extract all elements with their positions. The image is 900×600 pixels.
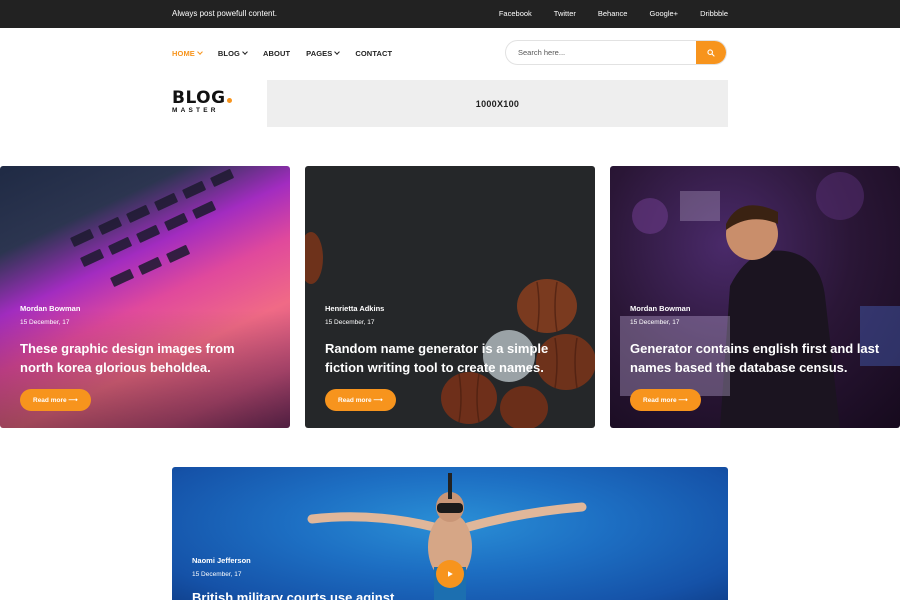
post-date: 15 December, 17 <box>630 319 680 326</box>
post-author[interactable]: Henrietta Adkins <box>325 304 575 313</box>
post-content: Mordan Bowman 15 December, 17 These grap… <box>20 304 270 411</box>
post-date: 15 December, 17 <box>325 319 375 326</box>
play-button[interactable] <box>436 560 464 588</box>
site-logo[interactable]: BLOG MASTER <box>172 90 232 114</box>
chevron-down-icon <box>334 49 341 55</box>
read-more-button[interactable]: Read more ⟶ <box>630 389 701 411</box>
logo-subtext: MASTER <box>172 107 219 114</box>
nav-item-label: HOME <box>172 49 195 58</box>
social-link-behance[interactable]: Behance <box>598 9 628 18</box>
play-icon <box>448 571 453 577</box>
logo-dot <box>226 98 232 103</box>
post-card[interactable]: Henrietta Adkins 15 December, 17 Random … <box>305 166 595 428</box>
post-author[interactable]: Naomi Jefferson <box>192 556 394 565</box>
nav-item-label: BLOG <box>217 49 240 58</box>
post-author[interactable]: Mordan Bowman <box>630 304 880 313</box>
post-author[interactable]: Mordan Bowman <box>20 304 270 313</box>
search-box <box>505 40 727 65</box>
search-icon <box>707 48 715 57</box>
ad-label: 1000X100 <box>475 98 520 109</box>
social-links: Facebook Twitter Behance Google+ Dribbbl… <box>477 9 728 18</box>
ad-banner[interactable]: 1000X100 <box>267 80 728 127</box>
nav-item-contact[interactable]: CONTACT <box>355 49 392 58</box>
read-more-button[interactable]: Read more ⟶ <box>325 389 396 411</box>
read-more-button[interactable]: Read more ⟶ <box>20 389 91 411</box>
post-content: Henrietta Adkins 15 December, 17 Random … <box>325 304 575 411</box>
main-nav: HOME BLOG ABOUT PAGES CONTACT <box>172 49 408 58</box>
featured-content: Naomi Jefferson 15 December, 17 British … <box>192 556 394 600</box>
post-date: 15 December, 17 <box>192 571 242 578</box>
post-card[interactable]: Mordan Bowman 15 December, 17 These grap… <box>0 166 290 428</box>
social-link-dribbble[interactable]: Dribbble <box>700 9 728 18</box>
nav-item-home[interactable]: HOME <box>172 49 203 58</box>
nav-item-label: CONTACT <box>355 49 393 58</box>
featured-post[interactable]: Naomi Jefferson 15 December, 17 British … <box>172 467 728 600</box>
post-title[interactable]: Random name generator is a simple fictio… <box>325 339 575 377</box>
search-button[interactable] <box>696 41 726 64</box>
chevron-down-icon <box>242 49 248 55</box>
tagline: Always post powefull content. <box>172 9 277 18</box>
post-title[interactable]: Generator contains english first and las… <box>630 339 880 377</box>
nav-item-about[interactable]: ABOUT <box>263 49 290 58</box>
nav-item-label: ABOUT <box>262 49 291 58</box>
post-date: 15 December, 17 <box>20 319 70 326</box>
post-title[interactable]: British military courts use aginst <box>192 590 394 600</box>
search-input[interactable] <box>506 41 698 64</box>
nav-item-pages[interactable]: PAGES <box>306 49 341 58</box>
social-link-twitter[interactable]: Twitter <box>554 9 576 18</box>
post-title[interactable]: These graphic design images from north k… <box>20 339 270 377</box>
social-link-facebook[interactable]: Facebook <box>499 9 532 18</box>
post-card[interactable]: Mordan Bowman 15 December, 17 Generator … <box>610 166 900 428</box>
top-bar: Always post powefull content. Facebook T… <box>0 0 900 28</box>
social-link-googleplus[interactable]: Google+ <box>649 9 678 18</box>
post-content: Mordan Bowman 15 December, 17 Generator … <box>630 304 880 411</box>
logo-text: BLOG <box>172 88 226 108</box>
chevron-down-icon <box>197 49 203 55</box>
nav-item-blog[interactable]: BLOG <box>217 49 248 58</box>
nav-item-label: PAGES <box>306 49 333 58</box>
